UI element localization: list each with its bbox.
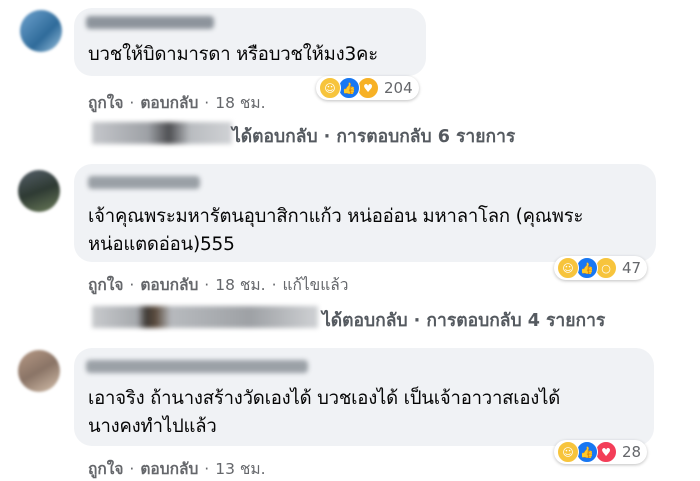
reaction-summary[interactable]: ☺ 👍 ♥ 204: [316, 76, 419, 100]
commenter-name-blurred[interactable]: [86, 16, 214, 29]
commenter-name-blurred[interactable]: [86, 360, 308, 373]
replies-summary[interactable]: ได้ตอบกลับ · การตอบกลับ 6 รายการ: [232, 122, 515, 150]
avatar[interactable]: [18, 170, 60, 212]
replies-link[interactable]: ได้ตอบกลับ · การตอบกลับ 6 รายการ: [90, 118, 610, 148]
replies-link[interactable]: ได้ตอบกลับ · การตอบกลับ 4 รายการ: [90, 302, 690, 332]
care-icon: ♥: [357, 77, 379, 99]
love-icon: ♥: [595, 441, 617, 463]
reaction-summary[interactable]: ☺ 👍 ○ 47: [554, 256, 648, 280]
comment-text: บวชให้บิดามารดา หรือบวชให้มง3คะ: [88, 44, 378, 65]
comment-text-line-2: หน่อแตดอ่อน)555: [88, 234, 235, 255]
comment-text-line-1: เอาจริง ถ้านางสร้างวัดเองได้ บวชเองได้ เ…: [88, 388, 561, 409]
edited-label[interactable]: แก้ไขแล้ว: [283, 272, 349, 297]
timestamp[interactable]: 13 ชม.: [215, 456, 265, 481]
comment-actions: ถูกใจ · ตอบกลับ · 18 ชม. · แก้ไขแล้ว: [88, 272, 348, 297]
haha-icon: ☺: [557, 257, 579, 279]
avatar[interactable]: [18, 350, 60, 392]
comment-bubble: เจ้าคุณพระมหารัตนอุบาสิกาแก้ว หน่ออ่อน ม…: [74, 164, 656, 262]
reply-avatar-blurred: [92, 306, 318, 328]
like-link[interactable]: ถูกใจ: [88, 90, 123, 115]
reaction-count: 47: [622, 259, 642, 277]
reply-link[interactable]: ตอบกลับ: [140, 90, 198, 115]
timestamp[interactable]: 18 ชม.: [215, 272, 265, 297]
comment-actions: ถูกใจ · ตอบกลับ · 18 ชม.: [88, 90, 266, 115]
comment-bubble: บวชให้บิดามารดา หรือบวชให้มง3คะ: [74, 8, 426, 76]
commenter-name-blurred[interactable]: [88, 176, 200, 189]
wow-icon: ○: [595, 257, 617, 279]
like-icon: 👍: [576, 257, 598, 279]
reaction-summary[interactable]: ☺ 👍 ♥ 28: [554, 440, 648, 464]
like-link[interactable]: ถูกใจ: [88, 456, 123, 481]
reply-link[interactable]: ตอบกลับ: [140, 456, 198, 481]
reaction-count: 28: [622, 443, 642, 461]
avatar[interactable]: [20, 10, 62, 52]
comment-text-line-1: เจ้าคุณพระมหารัตนอุบาสิกาแก้ว หน่ออ่อน ม…: [88, 206, 584, 227]
comment-text-line-2: นางคงทำไปแล้ว: [88, 416, 217, 437]
reaction-count: 204: [384, 79, 413, 97]
haha-icon: ☺: [557, 441, 579, 463]
comment-actions: ถูกใจ · ตอบกลับ · 13 ชม.: [88, 456, 266, 481]
comment-bubble: เอาจริง ถ้านางสร้างวัดเองได้ บวชเองได้ เ…: [74, 348, 654, 446]
reply-link[interactable]: ตอบกลับ: [140, 272, 198, 297]
haha-icon: ☺: [319, 77, 341, 99]
timestamp[interactable]: 18 ชม.: [215, 90, 265, 115]
replies-summary[interactable]: ได้ตอบกลับ · การตอบกลับ 4 รายการ: [322, 306, 605, 334]
like-link[interactable]: ถูกใจ: [88, 272, 123, 297]
like-icon: 👍: [338, 77, 360, 99]
reply-avatar-blurred: [92, 122, 232, 144]
like-icon: 👍: [576, 441, 598, 463]
